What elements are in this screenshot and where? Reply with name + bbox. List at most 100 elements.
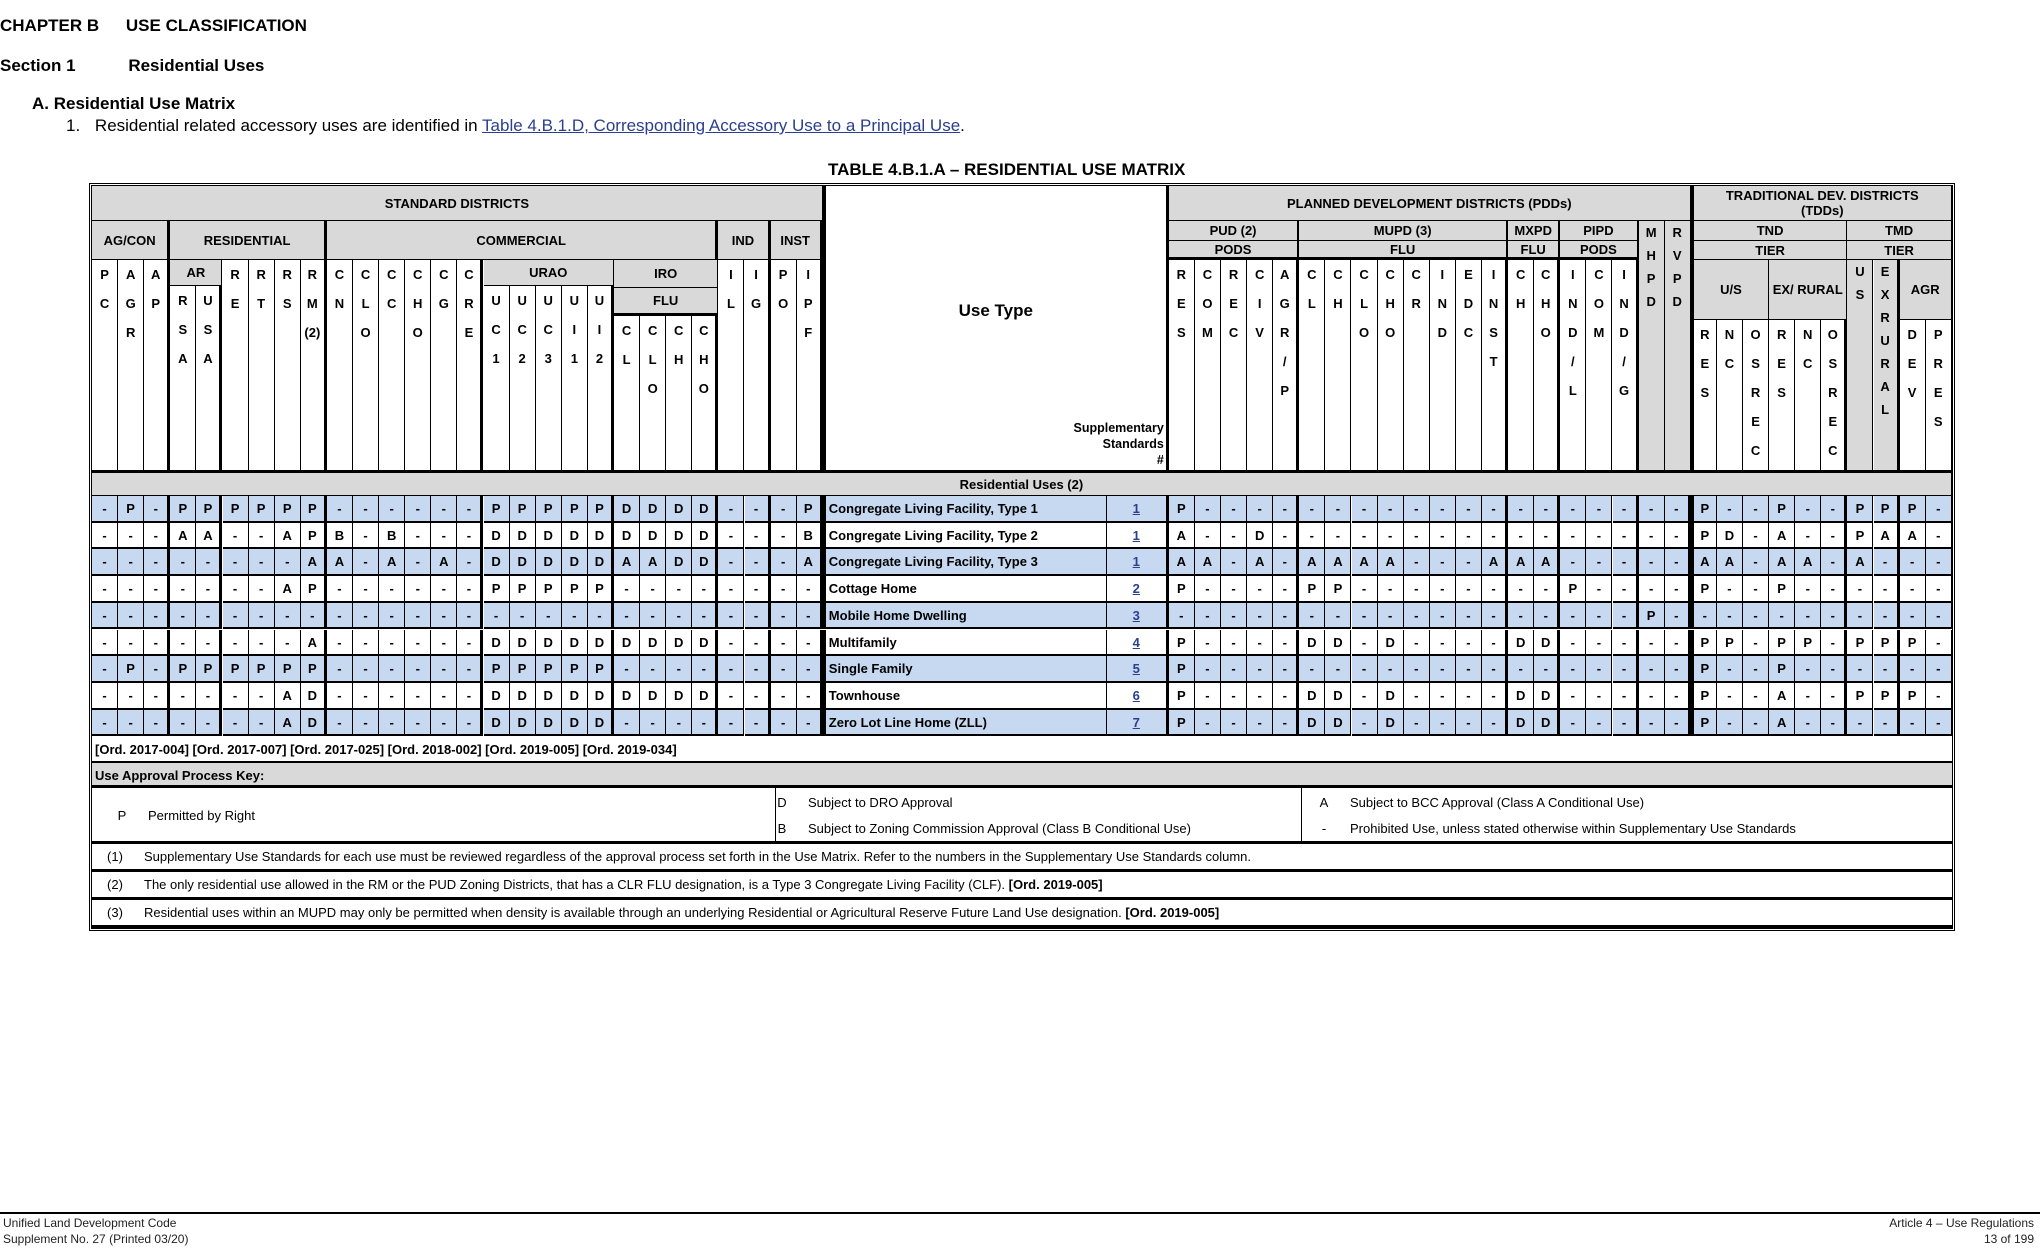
std-cell: -: [118, 682, 145, 710]
header-letter: F: [804, 325, 813, 340]
pdd-cell: -: [1664, 549, 1691, 577]
std-cell: -: [509, 602, 536, 630]
header-letter: L: [726, 296, 735, 311]
header-letter: O: [1593, 296, 1604, 311]
std-cell: A: [326, 549, 353, 577]
supplementary-standard-link[interactable]: 4: [1106, 629, 1169, 657]
section-heading: Section 1 Residential Uses: [0, 56, 264, 76]
header-letter: O: [778, 296, 789, 311]
tdd-cell: -: [1821, 549, 1848, 577]
std-cell: -: [640, 576, 667, 603]
tdd-column-header: RES: [1769, 320, 1796, 470]
supplementary-standard-link[interactable]: 7: [1106, 709, 1169, 737]
pdd-cell: D: [1377, 629, 1404, 657]
supplementary-standard-link[interactable]: 5: [1106, 656, 1169, 683]
std-cell: -: [326, 709, 353, 737]
pdd-cell: -: [1586, 682, 1613, 710]
pdd-column-header: CH: [1508, 260, 1535, 470]
std-cell: D: [640, 629, 667, 657]
header-letter: A: [178, 351, 188, 366]
footnote-number: (2): [107, 877, 123, 893]
tdd-cell: -: [1743, 656, 1770, 683]
std-cell: -: [144, 656, 171, 683]
std-column-header: PC: [92, 260, 119, 470]
header-letter: R: [1228, 267, 1239, 282]
tdd-cell: A: [1769, 709, 1796, 737]
footer-right: Article 4 – Use Regulations 13 of 199: [1889, 1215, 2034, 1247]
pdd-cell: D: [1299, 709, 1326, 737]
header-letter: P: [778, 267, 788, 282]
header-letter: R: [1880, 310, 1890, 325]
std-cell: P: [170, 656, 197, 683]
pdd-cell: -: [1221, 656, 1248, 683]
std-cell: P: [274, 656, 301, 683]
header-letter: C: [1385, 267, 1395, 282]
header-letter: I: [1257, 296, 1262, 311]
std-cell: -: [144, 576, 171, 603]
std-cell: -: [431, 682, 458, 710]
std-column-header: RSA: [170, 286, 197, 470]
header-letter: A: [1280, 267, 1290, 282]
item-number: 1.: [66, 116, 81, 135]
pdd-cell: -: [1247, 602, 1274, 630]
std-cell: D: [561, 522, 588, 550]
supplementary-standard-link[interactable]: 2: [1106, 576, 1169, 603]
std-cell: -: [666, 602, 693, 630]
table-4b1d-link[interactable]: Table 4.B.1.D, Corresponding Accessory U…: [482, 116, 960, 135]
tdd-cell: -: [1743, 682, 1770, 710]
pdd-cell: -: [1194, 602, 1221, 630]
key-item-p: P Permitted by Right: [106, 808, 255, 823]
tdd-cell: P: [1873, 496, 1900, 523]
std-cell: P: [509, 656, 536, 683]
footnote-1: (1) Supplementary Use Standards for each …: [92, 844, 1952, 873]
pdd-cell: -: [1403, 682, 1430, 710]
header-letter: E: [1880, 264, 1890, 279]
header-letter: S: [1700, 385, 1710, 400]
pdd-cell: -: [1351, 496, 1378, 523]
pdd-cell: D: [1508, 629, 1535, 657]
key-code: D: [777, 795, 787, 811]
std-cell: -: [353, 522, 380, 550]
use-type-name: Congregate Living Facility, Type 3: [822, 549, 1107, 577]
supplementary-standard-link[interactable]: 1: [1106, 496, 1169, 523]
std-cell: -: [744, 549, 771, 577]
pdd-cell: -: [1560, 656, 1587, 683]
tdd-column-header: US: [1847, 260, 1874, 470]
std-cell: -: [405, 682, 432, 710]
use-type-name: Cottage Home: [822, 576, 1107, 603]
std-cell: -: [431, 602, 458, 630]
pdd-cell: -: [1612, 602, 1639, 630]
pdd-column-header: CIV: [1247, 260, 1274, 470]
header-letter: U: [491, 293, 501, 308]
std-cell: -: [614, 602, 641, 630]
std-cell: D: [509, 629, 536, 657]
std-cell: -: [770, 576, 797, 603]
tdd-cell: P: [1795, 629, 1822, 657]
supplementary-standard-link[interactable]: 1: [1106, 522, 1169, 550]
pdd-cell: -: [1429, 576, 1456, 603]
pdd-cell: D: [1508, 682, 1535, 710]
header-letter: C: [386, 267, 397, 282]
std-subgroup-ar: AR: [170, 260, 223, 286]
std-cell: A: [274, 522, 301, 550]
std-column-header: CLO: [353, 260, 380, 470]
pdd-cell: -: [1273, 656, 1300, 683]
std-cell: -: [718, 709, 745, 737]
footnote-3: (3) Residential uses within an MUPD may o…: [92, 900, 1952, 929]
tdd-cell: -: [1716, 656, 1743, 683]
header-letter: O: [360, 325, 371, 340]
tdd-cell: -: [1743, 522, 1770, 550]
pdd-cell: -: [1586, 629, 1613, 657]
key-column-2: D Subject to DRO Approval B Subject to Zoni…: [776, 788, 1302, 845]
pdd-subgroup-flu: FLU: [1299, 241, 1509, 260]
supplementary-standard-link[interactable]: 6: [1106, 682, 1169, 710]
pdd-cell: P: [1168, 709, 1195, 737]
std-cell: -: [431, 576, 458, 603]
supplementary-standard-link[interactable]: 3: [1106, 602, 1169, 630]
tdd-cell: -: [1743, 496, 1770, 523]
supplementary-standard-link[interactable]: 1: [1106, 549, 1169, 577]
std-cell: B: [326, 522, 353, 550]
header-letter: H: [674, 352, 684, 367]
pdd-cell: -: [1429, 602, 1456, 630]
pdd-cell: -: [1194, 709, 1221, 737]
